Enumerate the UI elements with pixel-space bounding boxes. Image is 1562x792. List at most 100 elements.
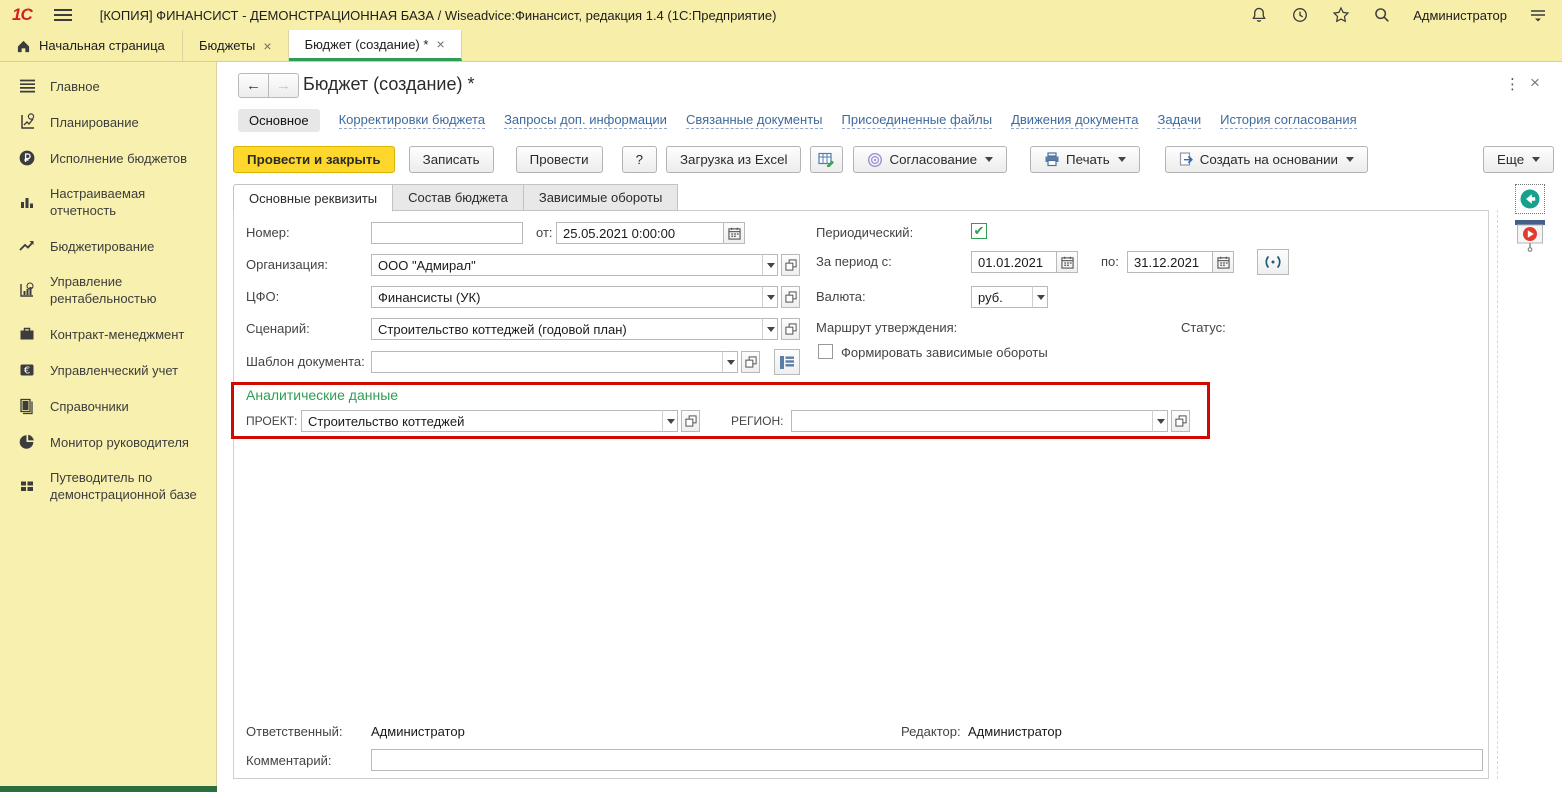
template-open-button[interactable] (741, 351, 760, 373)
region-open-button[interactable] (1171, 410, 1190, 432)
nav-link-tasks[interactable]: Задачи (1157, 112, 1202, 129)
period-from-label: За период с: (816, 254, 892, 269)
sidebar-item-demo-guide[interactable]: Путеводитель по демонстрационной базе (0, 460, 216, 512)
cfo-open-button[interactable] (781, 286, 800, 308)
open-link-icon (684, 415, 697, 427)
organization-dropdown-button[interactable] (762, 254, 778, 276)
forward-button[interactable]: → (268, 73, 299, 98)
sidebar-item-budget-execution[interactable]: Исполнение бюджетов (0, 140, 216, 176)
more-button[interactable]: Еще (1483, 146, 1555, 173)
sidebar-item-executive-monitor[interactable]: Монитор руководителя (0, 424, 216, 460)
organization-open-button[interactable] (781, 254, 800, 276)
sidebar-item-contract-management[interactable]: Контракт-менеджмент (0, 316, 216, 352)
organization-label: Организация: (246, 257, 329, 272)
approval-button[interactable]: Согласование (853, 146, 1008, 173)
project-dropdown-button[interactable] (662, 410, 678, 432)
form-tab-dependent-turnovers[interactable]: Зависимые обороты (523, 184, 679, 211)
comment-label: Комментарий: (246, 753, 332, 768)
window-tab-bar: Начальная страница Бюджеты × Бюджет (соз… (0, 30, 1562, 62)
sidebar-item-label: Справочники (50, 398, 129, 414)
region-dropdown-button[interactable] (1152, 410, 1168, 432)
period-from-input[interactable]: 01.01.2021 (971, 251, 1057, 273)
period-select-button[interactable] (1257, 249, 1289, 275)
period-from-calendar-button[interactable] (1056, 251, 1078, 273)
edit-table-button[interactable] (810, 146, 844, 173)
scenario-dropdown-button[interactable] (762, 318, 778, 340)
tab-budgets[interactable]: Бюджеты × (183, 30, 289, 61)
sidebar-item-budgeting[interactable]: Бюджетирование (0, 228, 216, 264)
tab-budgets-close-icon[interactable]: × (263, 38, 271, 54)
nav-link-approval-history[interactable]: История согласования (1220, 112, 1357, 129)
print-button[interactable]: Печать (1030, 146, 1140, 173)
stacked-pages-icon (18, 397, 36, 415)
comment-input[interactable] (371, 749, 1483, 771)
cfo-input[interactable]: Финансисты (УК) (371, 286, 763, 308)
excel-import-button[interactable]: Загрузка из Excel (666, 146, 802, 173)
currency-input[interactable]: руб. (971, 286, 1033, 308)
post-and-close-button[interactable]: Провести и закрыть (233, 146, 395, 173)
sidebar-item-profitability[interactable]: Управление рентабельностью (0, 264, 216, 316)
sidebar-item-main[interactable]: Главное (0, 68, 216, 104)
dependent-turnovers-label: Формировать зависимые обороты (841, 345, 1048, 360)
period-to-calendar-button[interactable] (1212, 251, 1234, 273)
create-based-on-button[interactable]: Создать на основании (1164, 146, 1368, 173)
date-calendar-button[interactable] (723, 222, 745, 244)
periodic-checkbox[interactable]: ✔ (971, 223, 987, 239)
euro-square-icon: € (18, 361, 36, 379)
pie-chart-icon (18, 433, 36, 451)
organization-input[interactable]: ООО "Адмирал" (371, 254, 763, 276)
periodic-label: Периодический: (816, 225, 914, 240)
sidebar-item-management-accounting[interactable]: € Управленческий учет (0, 352, 216, 388)
chart-magnifier-icon (18, 281, 36, 299)
project-open-button[interactable] (681, 410, 700, 432)
video-presentation-button[interactable] (1514, 218, 1546, 256)
help-button[interactable]: ? (621, 146, 657, 173)
dependent-turnovers-checkbox[interactable] (818, 344, 833, 359)
sidebar-item-references[interactable]: Справочники (0, 388, 216, 424)
calendar-icon (1060, 256, 1074, 269)
back-circle-button[interactable] (1515, 184, 1545, 214)
nav-link-main[interactable]: Основное (238, 108, 320, 132)
nav-link-related-docs[interactable]: Связанные документы (685, 112, 823, 129)
notifications-bell-icon[interactable] (1249, 5, 1269, 25)
template-fill-button[interactable] (774, 349, 800, 375)
favorites-star-icon[interactable] (1331, 5, 1351, 25)
post-button[interactable]: Провести (515, 146, 603, 173)
tab-home-label: Начальная страница (39, 38, 165, 53)
current-user[interactable]: Администратор (1413, 8, 1507, 23)
user-menu-icon[interactable] (1528, 5, 1548, 25)
nav-link-info-requests[interactable]: Запросы доп. информации (504, 112, 667, 129)
scenario-input[interactable]: Строительство коттеджей (годовой план) (371, 318, 763, 340)
date-input[interactable]: 25.05.2021 0:00:00 (556, 222, 724, 244)
form-tab-budget-content[interactable]: Состав бюджета (393, 184, 524, 211)
window-close-icon[interactable]: × (1530, 73, 1540, 93)
nav-link-doc-movements[interactable]: Движения документа (1011, 112, 1139, 129)
main-menu-icon[interactable] (53, 9, 72, 21)
region-input[interactable] (791, 410, 1153, 432)
template-dropdown-button[interactable] (722, 351, 738, 373)
project-input[interactable]: Строительство коттеджей (301, 410, 663, 432)
history-icon[interactable] (1290, 5, 1310, 25)
template-input[interactable] (371, 351, 723, 373)
sidebar-bottom-strip (0, 786, 217, 792)
bar-chart-icon (18, 193, 36, 211)
sidebar-item-planning[interactable]: Планирование (0, 104, 216, 140)
scenario-open-button[interactable] (781, 318, 800, 340)
form-tab-main-attributes[interactable]: Основные реквизиты (233, 184, 394, 212)
form-tabs: Основные реквизиты Состав бюджета Зависи… (233, 184, 679, 212)
period-to-input[interactable]: 31.12.2021 (1127, 251, 1213, 273)
nav-link-attached-files[interactable]: Присоединенные файлы (841, 112, 993, 129)
search-icon[interactable] (1372, 5, 1392, 25)
tab-budget-create[interactable]: Бюджет (создание) * × (288, 30, 462, 61)
tab-budget-create-close-icon[interactable]: × (436, 36, 444, 52)
tab-home[interactable]: Начальная страница (0, 30, 183, 61)
sidebar-item-custom-reports[interactable]: Настраиваемая отчетность (0, 176, 216, 228)
back-button[interactable]: ← (238, 73, 269, 98)
currency-dropdown-button[interactable] (1032, 286, 1048, 308)
save-button[interactable]: Записать (408, 146, 494, 173)
tab-budget-create-label: Бюджет (создание) * (304, 36, 429, 52)
number-input[interactable] (371, 222, 523, 244)
nav-link-corrections[interactable]: Корректировки бюджета (338, 112, 486, 129)
cfo-dropdown-button[interactable] (762, 286, 778, 308)
window-more-icon[interactable]: ⋮ (1505, 75, 1520, 93)
